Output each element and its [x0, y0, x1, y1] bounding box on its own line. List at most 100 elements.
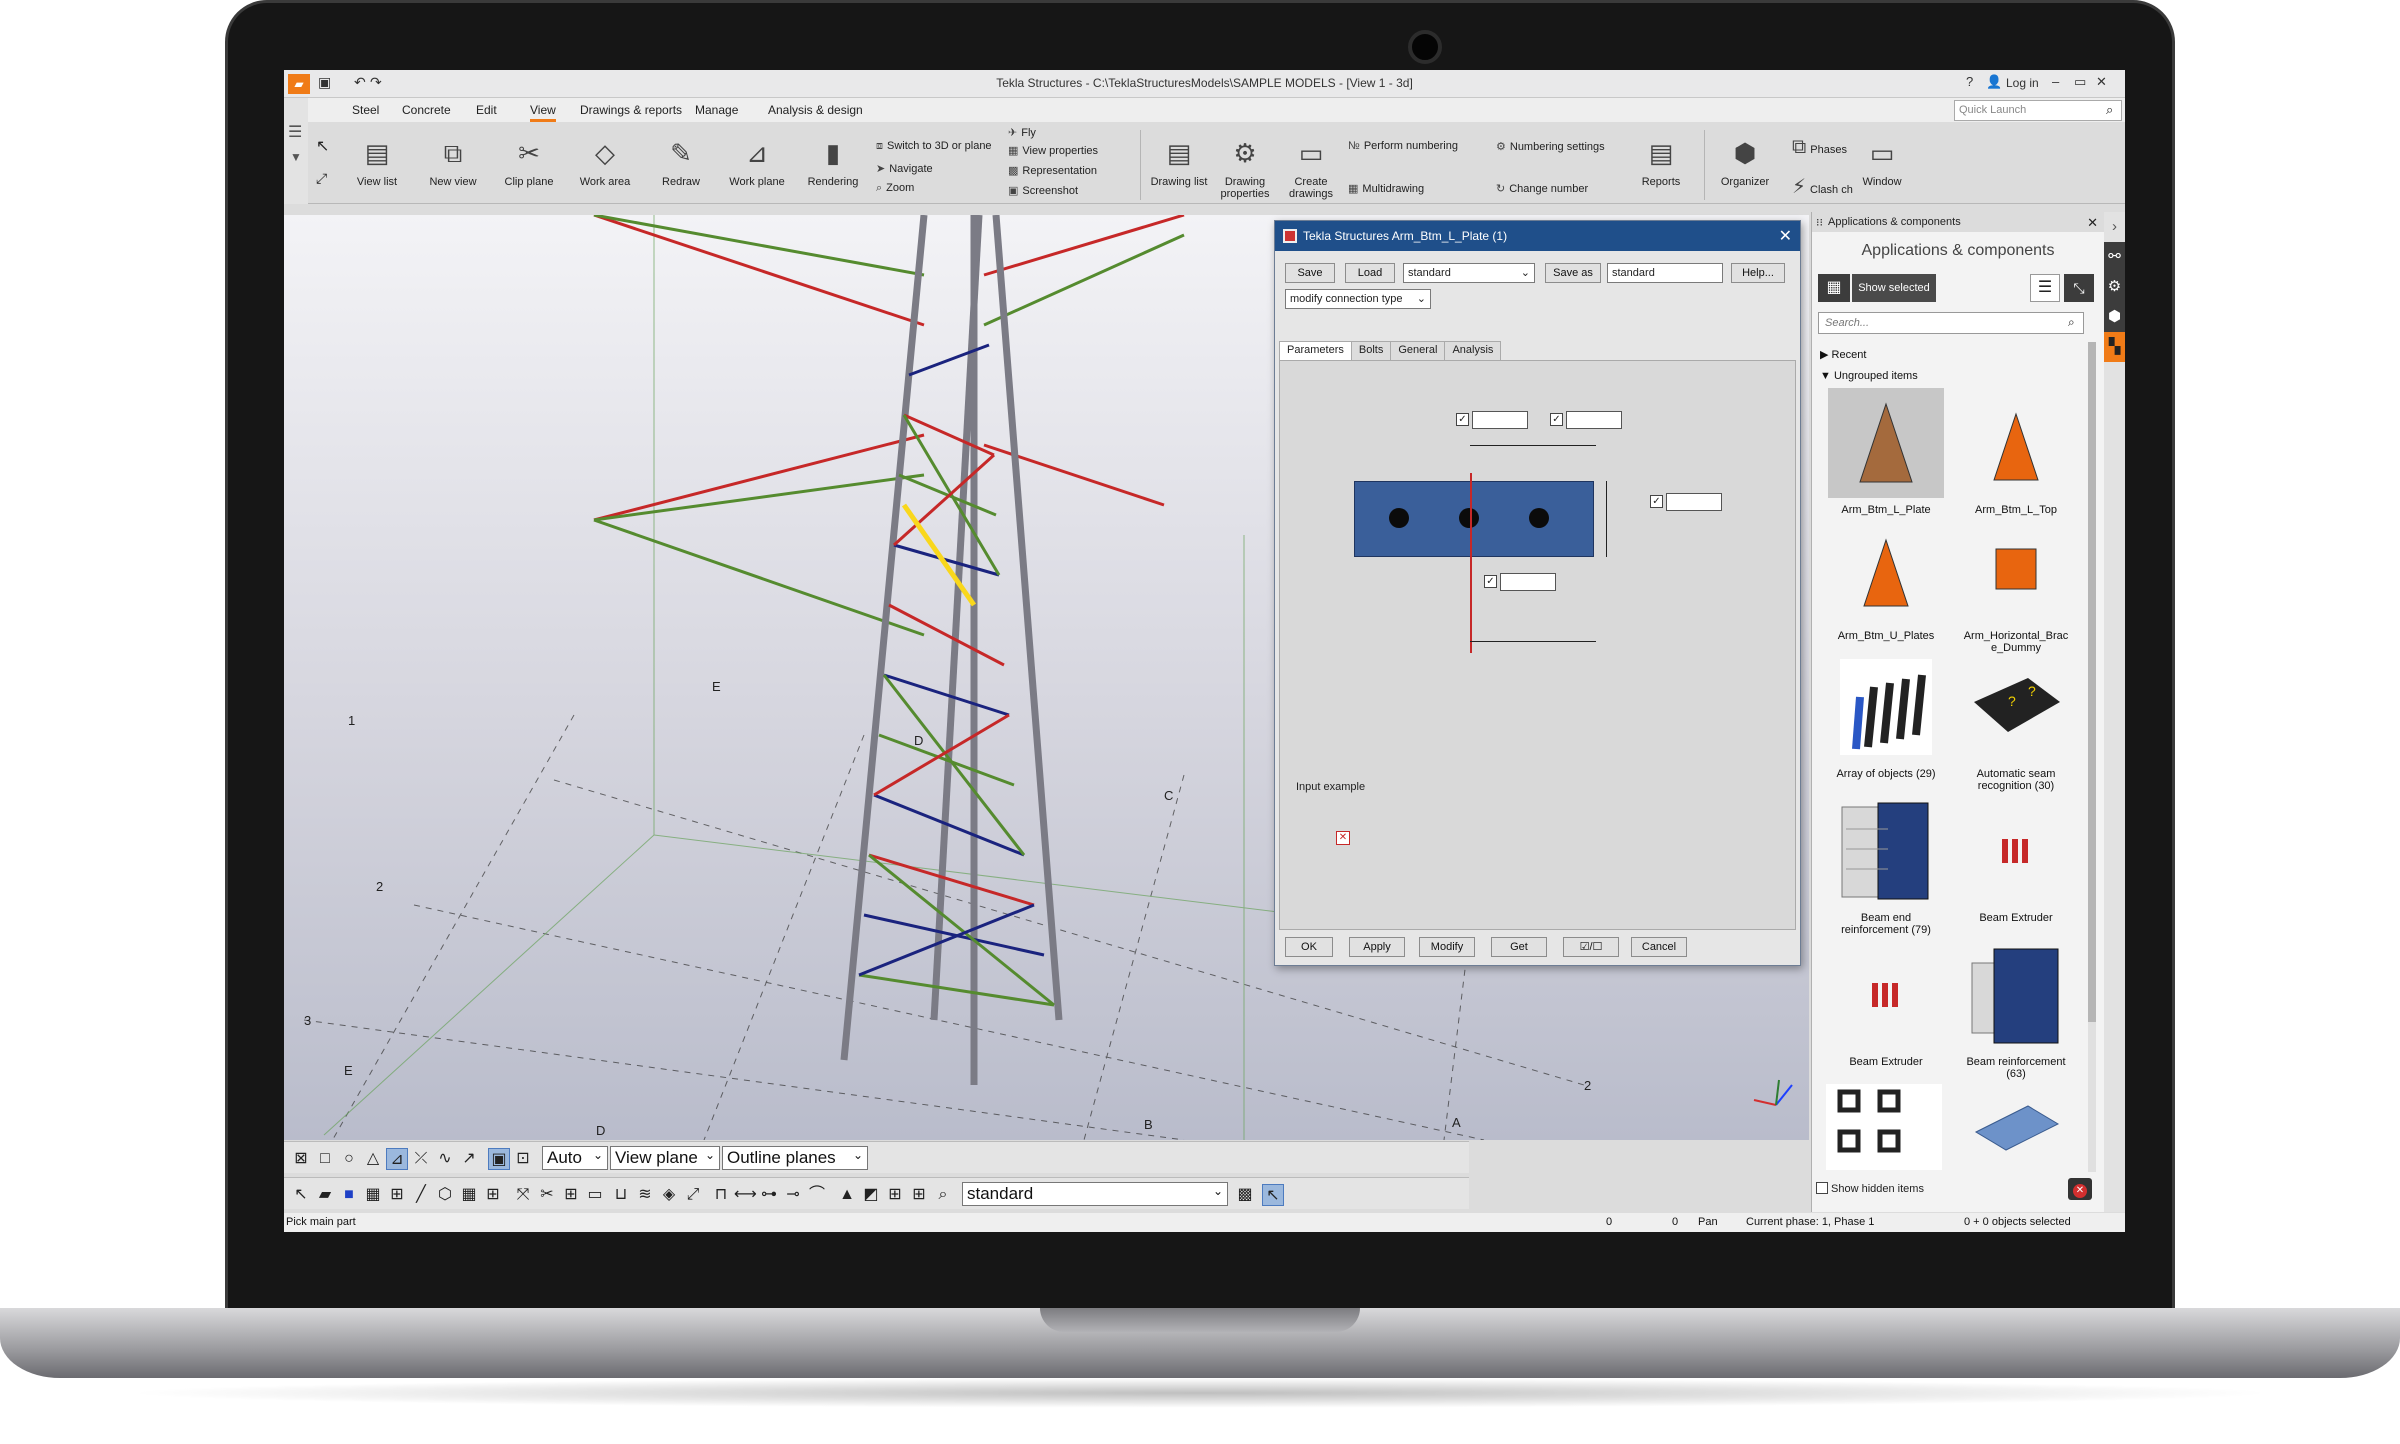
quick-launch-input[interactable]: Quick Launch: [1954, 100, 2122, 121]
tree-recent[interactable]: ▶ Recent: [1820, 348, 1866, 361]
model-icon[interactable]: ▰: [314, 1184, 336, 1206]
view-plane-select[interactable]: View plane ⌄: [610, 1146, 720, 1170]
bolt-icon[interactable]: ⊞: [560, 1184, 582, 1206]
scrollbar-thumb[interactable]: [2088, 342, 2096, 1022]
connection-type-select[interactable]: modify connection type ⌄: [1285, 289, 1431, 309]
component-item[interactable]: Arm_Btm_U_Plates: [1826, 514, 1946, 642]
dialog-close-icon[interactable]: ✕: [1779, 226, 1792, 246]
arc-icon[interactable]: ⌒: [806, 1184, 828, 1206]
fly-button[interactable]: ✈ Fly: [1008, 126, 1036, 139]
edge-checkbox[interactable]: ✓: [1650, 495, 1663, 508]
grid-nodes-icon[interactable]: ⊞: [908, 1184, 930, 1206]
part-icon[interactable]: ■: [338, 1184, 360, 1206]
menu-view[interactable]: View: [530, 103, 556, 122]
tab-parameters[interactable]: Parameters: [1279, 341, 1352, 361]
chevron-right-icon[interactable]: ›: [2104, 212, 2125, 242]
component-item[interactable]: Arm_Btm_L_Top: [1956, 388, 2076, 516]
search-icon[interactable]: ⌕: [2068, 315, 2075, 330]
grid-view-icon[interactable]: ▦: [1818, 274, 1850, 302]
select-all-icon[interactable]: ⊠: [290, 1148, 312, 1170]
snap-icon[interactable]: ⤫: [410, 1148, 432, 1170]
switch-3d-button[interactable]: ⧈ Switch to 3D or plane: [876, 140, 992, 153]
change-number-button[interactable]: ↻ Change number: [1496, 182, 1588, 195]
spacing-input-1[interactable]: [1472, 411, 1528, 429]
show-hidden-checkbox[interactable]: Show hidden items: [1816, 1182, 1924, 1195]
user-icon[interactable]: 👤: [1986, 74, 2002, 90]
menu-analysis-design[interactable]: Analysis & design: [768, 103, 863, 117]
drawing-properties-button[interactable]: ⚙ Drawing properties: [1210, 128, 1280, 202]
line-snap-icon[interactable]: ⟷: [734, 1184, 757, 1206]
list-view-icon[interactable]: ☰: [2030, 274, 2060, 302]
cut-icon[interactable]: ✂: [536, 1184, 558, 1206]
zoom-icon[interactable]: ⌕: [932, 1184, 954, 1206]
login-link[interactable]: Log in: [2006, 76, 2039, 90]
save-button[interactable]: Save: [1285, 263, 1335, 283]
arrow-icon[interactable]: ↗: [458, 1148, 480, 1170]
clip-plane-button[interactable]: ✂ Clip plane: [494, 128, 564, 202]
component-item[interactable]: Array of objects (29): [1826, 652, 1946, 780]
component-thumbnail[interactable]: [1826, 1084, 1942, 1170]
window-button[interactable]: ▭ Window: [1852, 128, 1912, 202]
tree-ungrouped[interactable]: ▼ Ungrouped items: [1820, 370, 1918, 382]
panel-error-icon[interactable]: ✕: [2068, 1178, 2092, 1200]
component-item[interactable]: Beam Extruder: [1956, 796, 2076, 924]
select-point-icon[interactable]: ▣: [488, 1148, 510, 1170]
minimize-icon[interactable]: –: [2052, 74, 2059, 89]
view-properties-button[interactable]: ▦ View properties: [1008, 144, 1098, 157]
close-icon[interactable]: ✕: [2096, 74, 2107, 90]
cube-icon[interactable]: ⬢: [2104, 302, 2125, 332]
rendering-button[interactable]: ▮ Rendering: [798, 128, 868, 202]
ok-button[interactable]: OK: [1285, 937, 1333, 957]
clash-check-button[interactable]: ⚡ Clash ch: [1792, 174, 1853, 199]
new-view-button[interactable]: ⧉ New view: [418, 128, 488, 202]
panel-scrollbar[interactable]: [2088, 342, 2096, 1172]
menu-concrete[interactable]: Concrete: [402, 103, 451, 117]
grid-snap-icon[interactable]: ▦: [458, 1184, 480, 1206]
component-item[interactable]: Beam end reinforcement (79): [1826, 796, 1946, 936]
weld-icon[interactable]: ⊞: [386, 1184, 408, 1206]
frame-icon[interactable]: ⊓: [710, 1184, 732, 1206]
spacing-checkbox-2[interactable]: ✓: [1550, 413, 1563, 426]
select-frame-icon[interactable]: ⊡: [512, 1148, 534, 1170]
chevron-down-icon[interactable]: ▼: [290, 150, 302, 164]
component-item[interactable]: Beam Extruder: [1826, 940, 1946, 1068]
load-select[interactable]: standard ⌄: [1403, 263, 1535, 283]
work-plane-button[interactable]: ⊿ Work plane: [722, 128, 792, 202]
standard-select[interactable]: standard ⌄: [962, 1182, 1228, 1206]
modify-button[interactable]: Modify: [1419, 937, 1475, 957]
select-circle-icon[interactable]: ○: [338, 1148, 360, 1170]
representation-button[interactable]: ▩ Representation: [1008, 164, 1097, 177]
toggle-all-button[interactable]: ☑/☐: [1563, 937, 1619, 957]
line-icon[interactable]: ╱: [410, 1184, 432, 1206]
select-triangle-icon[interactable]: △: [362, 1148, 384, 1170]
select-arrow-icon[interactable]: ↖: [316, 136, 329, 156]
work-area-button[interactable]: ◇ Work area: [570, 128, 640, 202]
reports-button[interactable]: ▤ Reports: [1626, 128, 1696, 202]
filter-icon[interactable]: ▩: [1234, 1184, 1256, 1206]
tab-analysis[interactable]: Analysis: [1444, 341, 1502, 361]
search-icon[interactable]: ⌕: [2106, 102, 2113, 118]
spacing-checkbox-1[interactable]: ✓: [1456, 413, 1469, 426]
help-button[interactable]: Help...: [1731, 263, 1785, 283]
drawing-list-button[interactable]: ▤ Drawing list: [1144, 128, 1214, 202]
end-snap-icon[interactable]: ⊸: [782, 1184, 804, 1206]
cube-icon[interactable]: ⬡: [434, 1184, 456, 1206]
navigate-button[interactable]: ➤ Navigate: [876, 162, 933, 175]
drag-handle-icon[interactable]: ⁝⁝: [1816, 216, 1823, 229]
select-box-icon[interactable]: □: [314, 1148, 336, 1170]
component-thumbnail[interactable]: [1972, 1102, 2060, 1154]
plane-icon[interactable]: ◩: [860, 1184, 882, 1206]
redraw-button[interactable]: ✎ Redraw: [646, 128, 716, 202]
spacing-input-2[interactable]: [1566, 411, 1622, 429]
panel-close-icon[interactable]: ✕: [2087, 215, 2098, 231]
select-pointer-icon[interactable]: ↖: [1262, 1184, 1284, 1206]
menu-drawings-reports[interactable]: Drawings & reports: [580, 103, 682, 117]
menu-steel[interactable]: Steel: [352, 103, 379, 117]
zoom-button[interactable]: ⌕ Zoom: [876, 182, 914, 195]
tab-bolts[interactable]: Bolts: [1350, 341, 1392, 361]
menu-manage[interactable]: Manage: [695, 103, 738, 117]
show-selected-button[interactable]: Show selected: [1852, 274, 1936, 302]
menu-icon[interactable]: ☰: [288, 122, 302, 142]
component-search-input[interactable]: Search...: [1818, 312, 2084, 334]
select-angle-icon[interactable]: ⊿: [386, 1148, 408, 1170]
